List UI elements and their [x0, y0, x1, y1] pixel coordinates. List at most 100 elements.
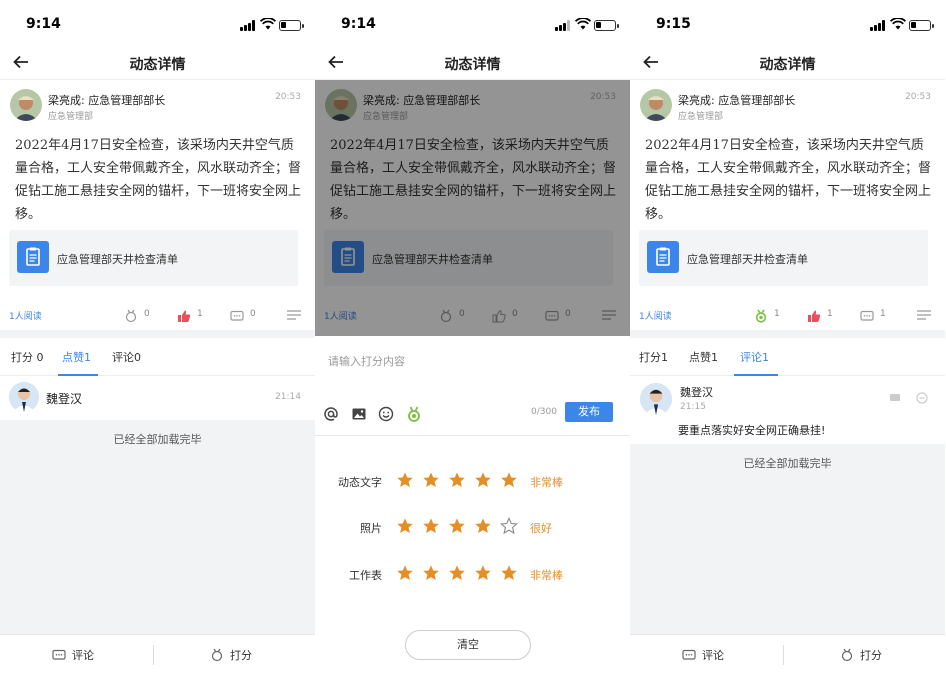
star-filled-icon[interactable] — [448, 564, 466, 582]
status-time: 9:15 — [656, 16, 691, 32]
wifi-icon — [575, 18, 591, 30]
read-count[interactable]: 1人阅读 — [9, 309, 42, 322]
score-stat[interactable]: 0 — [124, 308, 154, 323]
tab-comments[interactable]: 评论0 — [112, 349, 141, 365]
poster-avatar[interactable] — [640, 89, 672, 121]
section-gap — [630, 330, 945, 338]
comment-stat[interactable]: 1 — [860, 308, 890, 322]
clear-button[interactable]: 清空 — [405, 630, 531, 660]
medal-icon — [211, 648, 223, 662]
stats-row: 1人阅读 1 1 1 — [630, 300, 945, 330]
score-input[interactable]: 请输入打分内容 — [328, 353, 405, 369]
clipboard-icon — [17, 241, 49, 273]
char-count: 0/300 — [531, 407, 557, 417]
rating-text: 非常棒 — [530, 476, 563, 489]
like-stat[interactable]: 1 — [177, 308, 207, 322]
publish-button[interactable]: 发布 — [565, 402, 613, 422]
medal-icon[interactable] — [406, 406, 422, 422]
attachment-card[interactable]: 应急管理部天井检查清单 — [639, 230, 928, 286]
medal-icon — [841, 648, 853, 662]
star-filled-icon[interactable] — [448, 517, 466, 535]
nav-bar: 动态详情 — [315, 48, 630, 80]
score-stat[interactable]: 1 — [754, 308, 784, 323]
reply-icon[interactable] — [889, 392, 901, 404]
page-title: 动态详情 — [759, 57, 816, 73]
emoji-icon[interactable] — [378, 406, 394, 422]
battery-icon — [279, 20, 304, 31]
battery-icon — [594, 20, 619, 31]
read-count[interactable]: 1人阅读 — [639, 309, 672, 322]
star-filled-icon[interactable] — [474, 564, 492, 582]
screen-score-sheet: 9:14 动态详情 梁亮成: 应急管理部部长 应急管理部 20:53 2022年… — [315, 0, 630, 676]
rating-row-text: 动态文字 非常棒 — [315, 471, 630, 491]
comment-item[interactable]: 魏登汉 21:15 要重点落实好安全网正确悬挂! — [630, 376, 945, 444]
star-filled-icon[interactable] — [474, 471, 492, 489]
poster-dept: 应急管理部 — [678, 112, 724, 122]
star-filled-icon[interactable] — [422, 564, 440, 582]
section-gap — [0, 330, 315, 338]
star-rating[interactable] — [396, 471, 526, 489]
like-count: 1 — [197, 309, 203, 319]
nav-bar: 动态详情 — [0, 48, 315, 80]
rating-row-worksheet: 工作表 非常棒 — [315, 564, 630, 584]
post-text: 2022年4月17日安全检查，该采场内天井空气质量合格，工人安全带佩戴齐全，风水… — [15, 138, 302, 222]
rating-row-photo: 照片 很好 — [315, 517, 630, 537]
divider — [783, 645, 784, 665]
tab-likes[interactable]: 点赞1 — [62, 349, 91, 365]
comment-icon — [230, 310, 244, 321]
star-empty-icon[interactable] — [500, 517, 518, 535]
signal-icon — [240, 20, 256, 31]
score-button-label: 打分 — [230, 649, 252, 662]
star-rating[interactable] — [396, 564, 526, 582]
score-button[interactable]: 打分 — [210, 646, 270, 664]
loaded-all-text: 已经全部加载完毕 — [113, 433, 202, 446]
comment-button[interactable]: 评论 — [682, 646, 742, 664]
comment-text: 要重点落实好安全网正确悬挂! — [678, 424, 826, 437]
star-filled-icon[interactable] — [500, 564, 518, 582]
star-filled-icon[interactable] — [448, 471, 466, 489]
image-icon[interactable] — [351, 406, 367, 422]
signal-icon — [555, 20, 571, 31]
comment-count: 1 — [880, 309, 886, 319]
menu-icon[interactable] — [917, 310, 931, 320]
tab-score[interactable]: 打分1 — [639, 349, 668, 365]
comment-button[interactable]: 评论 — [52, 646, 112, 664]
avatar — [9, 382, 39, 412]
star-filled-icon[interactable] — [396, 564, 414, 582]
battery-icon — [909, 20, 934, 31]
score-count: 1 — [774, 309, 780, 319]
modal-overlay[interactable] — [315, 80, 630, 336]
rating-label: 工作表 — [349, 569, 382, 582]
poster-name: 梁亮成: 应急管理部部长 — [678, 94, 796, 107]
star-rating[interactable] — [396, 517, 526, 535]
star-filled-icon[interactable] — [396, 517, 414, 535]
star-filled-icon[interactable] — [474, 517, 492, 535]
star-filled-icon[interactable] — [500, 471, 518, 489]
star-filled-icon[interactable] — [396, 471, 414, 489]
tab-score[interactable]: 打分 0 — [11, 349, 44, 365]
attachment-card[interactable]: 应急管理部天井检查清单 — [9, 230, 298, 286]
menu-icon[interactable] — [287, 310, 301, 320]
clipboard-icon — [647, 241, 679, 273]
status-bar: 9:15 — [630, 0, 945, 48]
score-button[interactable]: 打分 — [840, 646, 900, 664]
star-filled-icon[interactable] — [422, 517, 440, 535]
list-item[interactable]: 魏登汉 21:14 — [0, 376, 315, 420]
comment-button-label: 评论 — [702, 649, 724, 662]
poster-name: 梁亮成: 应急管理部部长 — [48, 94, 166, 107]
like-stat[interactable]: 1 — [807, 308, 837, 322]
comment-icon — [52, 649, 66, 660]
poster-dept: 应急管理部 — [48, 112, 94, 122]
poster-avatar[interactable] — [10, 89, 42, 121]
medal-icon — [125, 309, 137, 323]
comment-time: 21:15 — [680, 402, 706, 412]
tab-likes[interactable]: 点赞1 — [689, 349, 718, 365]
post-time: 20:53 — [275, 92, 301, 102]
comment-icon — [682, 649, 696, 660]
comment-stat[interactable]: 0 — [230, 308, 260, 322]
like-time: 21:14 — [275, 392, 301, 402]
star-filled-icon[interactable] — [422, 471, 440, 489]
at-icon[interactable] — [323, 406, 339, 422]
tab-comments[interactable]: 评论1 — [740, 349, 769, 365]
delete-icon[interactable] — [916, 392, 928, 404]
